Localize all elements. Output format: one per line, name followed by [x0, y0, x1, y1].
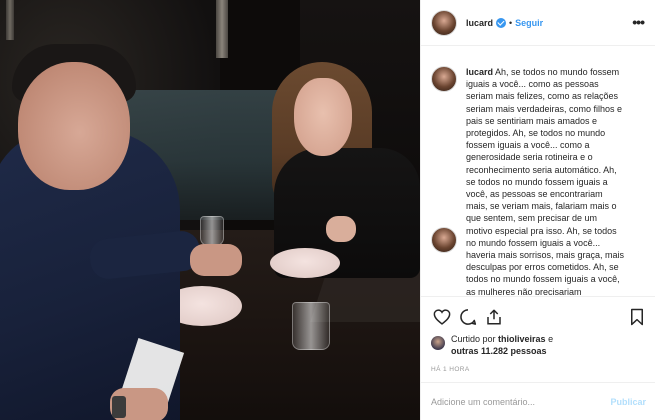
liked-by-others[interactable]: outras 11.282 pessoas	[451, 346, 547, 356]
more-options-icon[interactable]: •••	[632, 14, 645, 30]
liked-by-joiner: e	[548, 334, 554, 344]
header-separator: •	[509, 17, 513, 28]
photo-plate-back	[270, 248, 340, 278]
liker-avatar[interactable]	[431, 336, 445, 350]
share-icon[interactable]	[485, 308, 503, 326]
caption-author-avatar[interactable]	[431, 66, 457, 92]
comment-input[interactable]	[431, 396, 601, 407]
photo-woman-hand	[326, 216, 356, 242]
post-side-panel: lucard • Seguir ••• lucard Ah, se todos …	[420, 0, 655, 420]
photo-glass-front	[292, 302, 330, 350]
photo-woman-face	[294, 78, 352, 156]
photo-watch	[112, 396, 126, 418]
caption-author-avatar-2[interactable]	[431, 227, 457, 253]
caption-username[interactable]: lucard	[466, 67, 493, 77]
post-timestamp[interactable]: Há 1 hora	[431, 366, 470, 373]
verified-badge-icon	[496, 17, 507, 28]
instagram-post: lucard • Seguir ••• lucard Ah, se todos …	[0, 0, 655, 420]
photo-man-head	[18, 62, 130, 190]
caption-text-block: lucard Ah, se todos no mundo fossem igua…	[466, 66, 626, 295]
photo-man-hand	[190, 244, 242, 276]
post-photo[interactable]	[0, 0, 420, 420]
action-bar	[421, 296, 655, 330]
caption-comment: lucard Ah, se todos no mundo fossem igua…	[431, 66, 646, 295]
liked-by-prefix: Curtido por	[451, 334, 496, 344]
caption-text: Ah, se todos no mundo fossem iguais a vo…	[466, 67, 625, 295]
photo-glass-back	[200, 216, 224, 246]
author-username[interactable]: lucard	[466, 18, 493, 28]
comment-icon[interactable]	[459, 308, 477, 326]
heart-icon[interactable]	[433, 309, 451, 325]
photo-pendant-lamp-2	[6, 0, 14, 40]
publish-button[interactable]: Publicar	[610, 397, 646, 407]
likes-text: Curtido por thioliveiras e outras 11.282…	[451, 333, 553, 357]
likes-summary: Curtido por thioliveiras e outras 11.282…	[421, 330, 655, 366]
liked-by-user[interactable]: thioliveiras	[498, 334, 546, 344]
comments-area[interactable]: lucard Ah, se todos no mundo fossem igua…	[421, 47, 655, 295]
post-header: lucard • Seguir •••	[421, 0, 655, 46]
author-avatar[interactable]	[431, 9, 457, 36]
bookmark-icon[interactable]	[630, 308, 644, 326]
follow-button[interactable]: Seguir	[515, 18, 543, 28]
add-comment-bar: Publicar	[421, 382, 655, 420]
photo-pendant-lamp	[216, 0, 228, 58]
